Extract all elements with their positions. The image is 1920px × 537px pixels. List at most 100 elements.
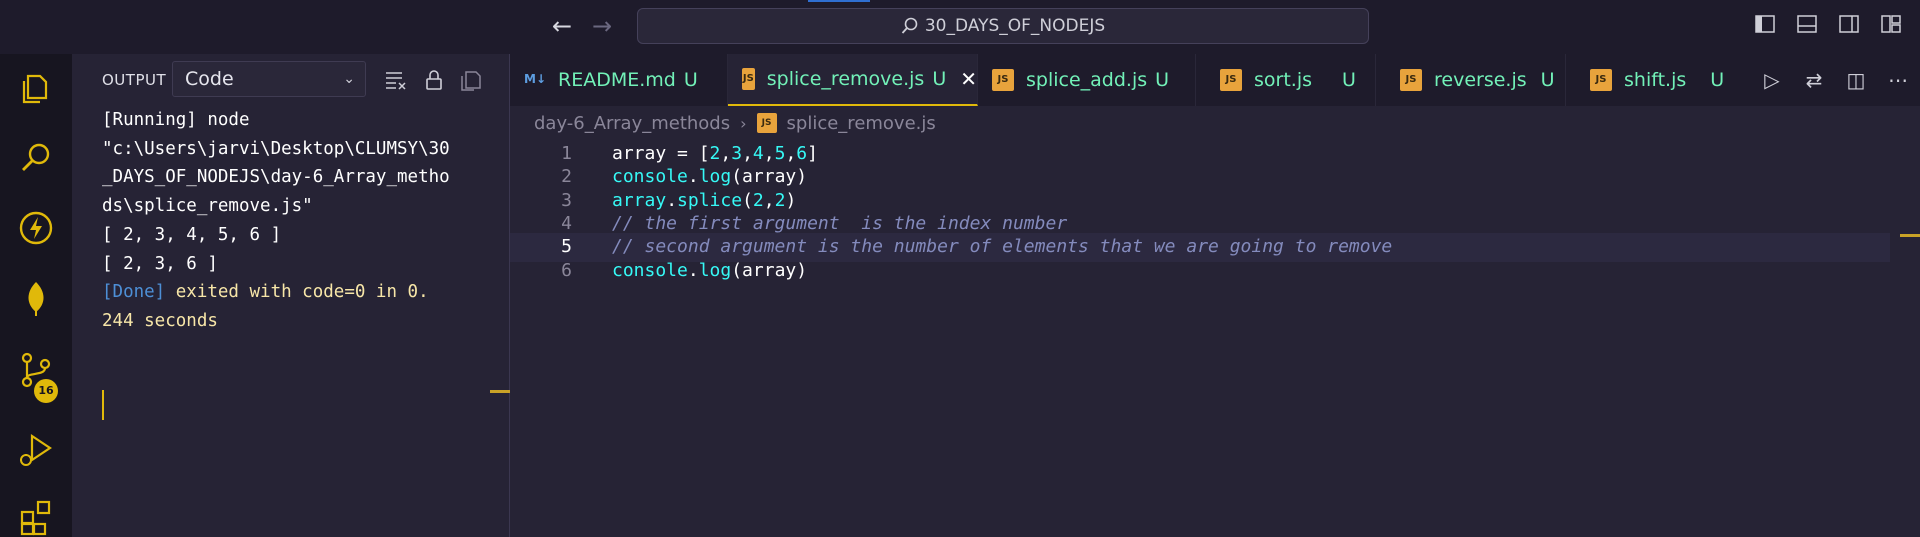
code-token: 2 bbox=[709, 143, 721, 164]
clear-output-icon[interactable] bbox=[384, 68, 408, 92]
forward-arrow-icon[interactable]: → bbox=[592, 12, 612, 40]
split-editor-icon[interactable]: ◫ bbox=[1844, 68, 1868, 92]
activity-bar: 16 bbox=[0, 54, 72, 537]
chevron-right-icon: › bbox=[740, 113, 747, 133]
code-token: ) bbox=[785, 189, 797, 211]
tab-splice-remove[interactable]: JS splice_remove.js U ✕ bbox=[728, 54, 978, 106]
more-actions-icon[interactable]: ⋯ bbox=[1886, 68, 1910, 92]
code-token: array = [ bbox=[612, 143, 710, 164]
run-and-debug-icon[interactable] bbox=[16, 430, 56, 470]
js-file-icon: JS bbox=[992, 69, 1014, 91]
code-editor[interactable]: 1 array = [2,3,4,5,6] 2 console.log(array) 3… bbox=[510, 138, 1920, 537]
code-token: . bbox=[687, 259, 699, 281]
breadcrumb-file[interactable]: splice_remove.js bbox=[787, 113, 936, 134]
accent-strip bbox=[808, 0, 870, 2]
code-token: 3 bbox=[731, 143, 743, 164]
output-line: [ 2, 3, 4, 5, 6 ] bbox=[102, 224, 282, 245]
run-code-icon[interactable]: ▷ bbox=[1760, 68, 1784, 92]
tab-splice-add[interactable]: JS splice_add.js U bbox=[978, 54, 1196, 106]
output-channel-select[interactable]: Code ⌄ bbox=[172, 61, 366, 97]
code-token: // second argument is the number of elem… bbox=[612, 236, 1393, 258]
tab-label: sort.js bbox=[1254, 69, 1313, 91]
search-icon bbox=[901, 17, 918, 34]
toggle-primary-sidebar-icon[interactable] bbox=[1754, 13, 1776, 35]
done-text: exited with code=0 in 0. bbox=[165, 282, 429, 303]
code-token: log bbox=[698, 259, 732, 281]
code-line: 6 console.log(array) bbox=[510, 257, 1890, 286]
thunder-client-icon[interactable] bbox=[16, 208, 56, 248]
code-token: , bbox=[763, 143, 775, 164]
code-token: 6 bbox=[796, 143, 808, 164]
command-center-search[interactable]: 30_DAYS_OF_NODEJS bbox=[637, 8, 1369, 44]
code-token: (array) bbox=[731, 166, 808, 188]
source-control-badge: 16 bbox=[34, 379, 58, 403]
code-token: splice bbox=[677, 189, 743, 211]
js-file-icon: JS bbox=[742, 68, 755, 90]
done-tag: [Done] bbox=[102, 282, 166, 303]
markdown-file-icon: M↓ bbox=[524, 72, 546, 86]
editor-tab-bar: M↓ README.md U JS splice_remove.js U ✕ J… bbox=[510, 54, 1920, 106]
code-token: console bbox=[612, 166, 688, 188]
js-file-icon: JS bbox=[1590, 69, 1612, 91]
lock-icon[interactable] bbox=[422, 68, 446, 92]
panel-header: OUTPUT Code ⌄ bbox=[72, 54, 510, 106]
breadcrumb: day-6_Array_methods › JS splice_remove.j… bbox=[534, 108, 936, 138]
mongodb-leaf-icon[interactable] bbox=[16, 278, 56, 318]
tab-sort[interactable]: JS sort.js U bbox=[1196, 54, 1376, 106]
output-text: [Running] node "c:\Users\jarvi\Desktop\CL… bbox=[102, 106, 492, 336]
tab-label: splice_remove.js bbox=[766, 68, 925, 90]
code-token: . bbox=[687, 166, 699, 188]
breadcrumb-folder[interactable]: day-6_Array_methods bbox=[534, 113, 730, 134]
line-number: 6 bbox=[561, 259, 572, 281]
customize-layout-icon[interactable] bbox=[1880, 13, 1902, 35]
output-line-done: [Done] exited with code=0 in 0. bbox=[102, 278, 492, 307]
code-token: ( bbox=[742, 189, 753, 211]
code-token: (array) bbox=[731, 259, 808, 281]
compare-changes-icon[interactable]: ⇄ bbox=[1802, 68, 1826, 92]
code-token: 2 bbox=[774, 189, 786, 211]
code-token: // the first argument is the index numbe… bbox=[612, 212, 1068, 234]
code-token: , bbox=[763, 189, 775, 211]
title-bar: ← → 30_DAYS_OF_NODEJS bbox=[0, 0, 1920, 54]
text-cursor bbox=[102, 390, 104, 420]
editor-actions: ▷ ⇄ ◫ ⋯ bbox=[1760, 68, 1910, 92]
output-line: "c:\Users\jarvi\Desktop\CLUMSY\30 bbox=[102, 138, 450, 159]
tab-reverse[interactable]: JS reverse.js U bbox=[1376, 54, 1566, 106]
open-in-editor-icon[interactable] bbox=[460, 68, 484, 92]
code-token: console bbox=[612, 259, 688, 281]
code-token: 2 bbox=[752, 189, 764, 211]
output-line: [ 2, 3, 6 ] bbox=[102, 253, 218, 274]
toggle-panel-icon[interactable] bbox=[1796, 13, 1818, 35]
output-line: _DAYS_OF_NODEJS\day-6_Array_metho bbox=[102, 167, 450, 188]
code-token: , bbox=[720, 143, 732, 164]
tab-label: reverse.js bbox=[1434, 69, 1527, 91]
code-token: , bbox=[785, 143, 797, 164]
code-token: . bbox=[666, 189, 678, 211]
panel-scroll-marker bbox=[490, 390, 510, 393]
output-line: ds\splice_remove.js" bbox=[102, 196, 313, 217]
output-panel: OUTPUT Code ⌄ [Running] node "c:\Users\ja… bbox=[72, 54, 510, 537]
back-arrow-icon[interactable]: ← bbox=[552, 12, 572, 40]
tab-label: shift.js bbox=[1624, 69, 1687, 91]
search-icon[interactable] bbox=[16, 138, 56, 178]
code-text: console.log(array) bbox=[612, 257, 807, 286]
toggle-secondary-sidebar-icon[interactable] bbox=[1838, 13, 1860, 35]
tab-shift[interactable]: JS shift.js U bbox=[1566, 54, 1746, 106]
untracked-status: U bbox=[1710, 69, 1725, 91]
editor-scroll-marker bbox=[1900, 234, 1920, 237]
code-token: 5 bbox=[774, 143, 786, 164]
js-file-icon: JS bbox=[1400, 69, 1422, 91]
code-token: 4 bbox=[752, 143, 764, 164]
tab-readme[interactable]: M↓ README.md U bbox=[510, 54, 728, 106]
search-text: 30_DAYS_OF_NODEJS bbox=[924, 16, 1106, 36]
panel-title: OUTPUT bbox=[102, 71, 167, 89]
close-icon[interactable]: ✕ bbox=[960, 67, 977, 91]
explorer-icon[interactable] bbox=[16, 68, 56, 108]
extensions-icon[interactable] bbox=[16, 496, 56, 536]
untracked-status: U bbox=[1155, 69, 1170, 91]
chevron-down-icon: ⌄ bbox=[343, 71, 355, 87]
js-file-icon: JS bbox=[1220, 69, 1242, 91]
code-token: array bbox=[612, 189, 667, 211]
untracked-status: U bbox=[932, 68, 947, 90]
untracked-status: U bbox=[1342, 69, 1356, 91]
